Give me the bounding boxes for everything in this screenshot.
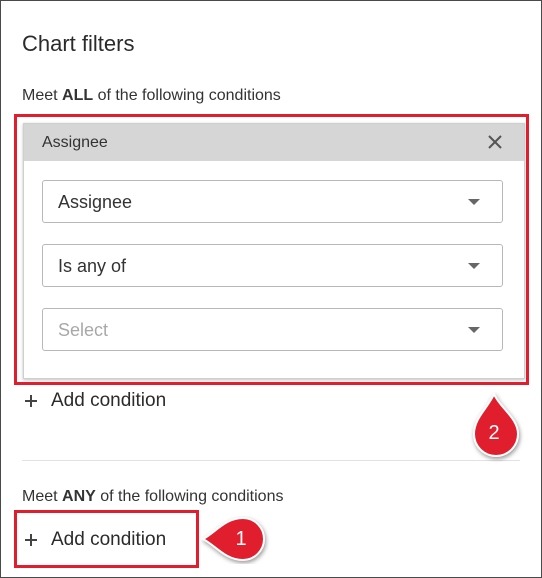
meet-all-suffix: of the following conditions: [93, 87, 281, 104]
add-condition-all-label: Add condition: [51, 390, 167, 411]
highlight-box-card: [14, 114, 529, 385]
plus-icon: [25, 395, 37, 407]
meet-any-prefix: Meet: [22, 488, 63, 505]
panel-title: Chart filters: [22, 31, 135, 56]
callout-2-number: 2: [488, 422, 500, 444]
divider: [22, 460, 520, 461]
callout-2-marker: 2: [470, 391, 524, 462]
callout-1-number: 1: [235, 528, 247, 550]
meet-any-label: Meet ANY of the following conditions: [22, 488, 283, 506]
add-condition-all-button[interactable]: Add condition: [23, 390, 193, 416]
highlight-box-add-condition: [14, 510, 199, 568]
meet-all-keyword: ALL: [62, 87, 94, 104]
meet-any-keyword: ANY: [62, 488, 96, 505]
meet-any-suffix: of the following conditions: [95, 488, 284, 505]
callout-1-marker: 1: [200, 516, 271, 564]
meet-all-prefix: Meet: [22, 87, 63, 104]
meet-all-label: Meet ALL of the following conditions: [22, 87, 281, 105]
